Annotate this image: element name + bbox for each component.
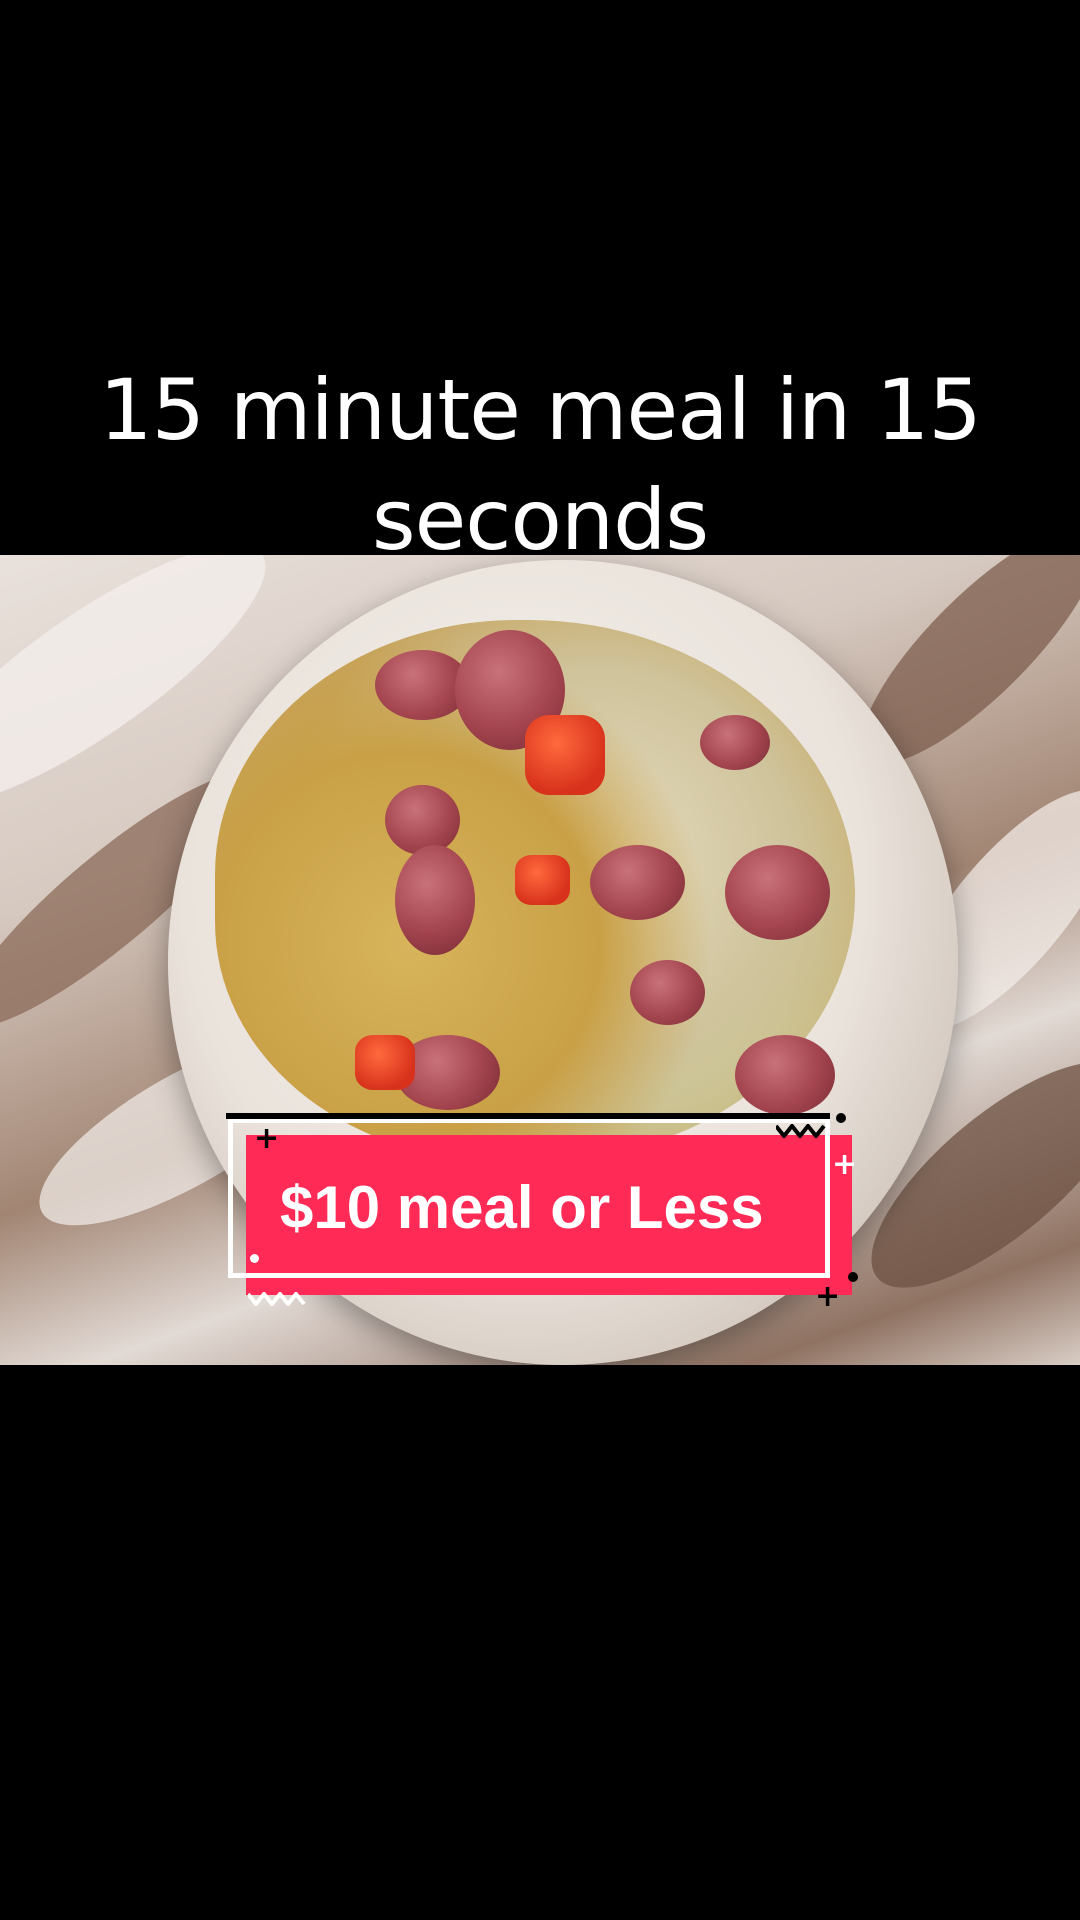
tomato-piece (355, 1035, 415, 1090)
sausage-slice (700, 715, 770, 770)
plus-icon: + (815, 1279, 841, 1314)
dot-icon (848, 1272, 858, 1282)
dot-icon (250, 1254, 259, 1263)
sausage-slice (630, 960, 705, 1025)
dot-icon (836, 1113, 846, 1123)
tomato-piece (515, 855, 570, 905)
zigzag-icon (246, 1290, 306, 1308)
zigzag-icon (774, 1122, 826, 1140)
tomato-piece (525, 715, 605, 795)
sticker-topline (226, 1113, 830, 1119)
plus-icon: + (832, 1147, 858, 1182)
sausage-slice (735, 1035, 835, 1115)
sticker-label: $10 meal or Less (280, 1174, 764, 1241)
sausage-slice (395, 845, 475, 955)
plus-icon: + (254, 1121, 280, 1156)
sausage-slice (725, 845, 830, 940)
sausage-slice (385, 785, 460, 855)
sausage-slice (590, 845, 685, 920)
caption-title: 15 minute meal in 15 seconds (99, 361, 982, 569)
